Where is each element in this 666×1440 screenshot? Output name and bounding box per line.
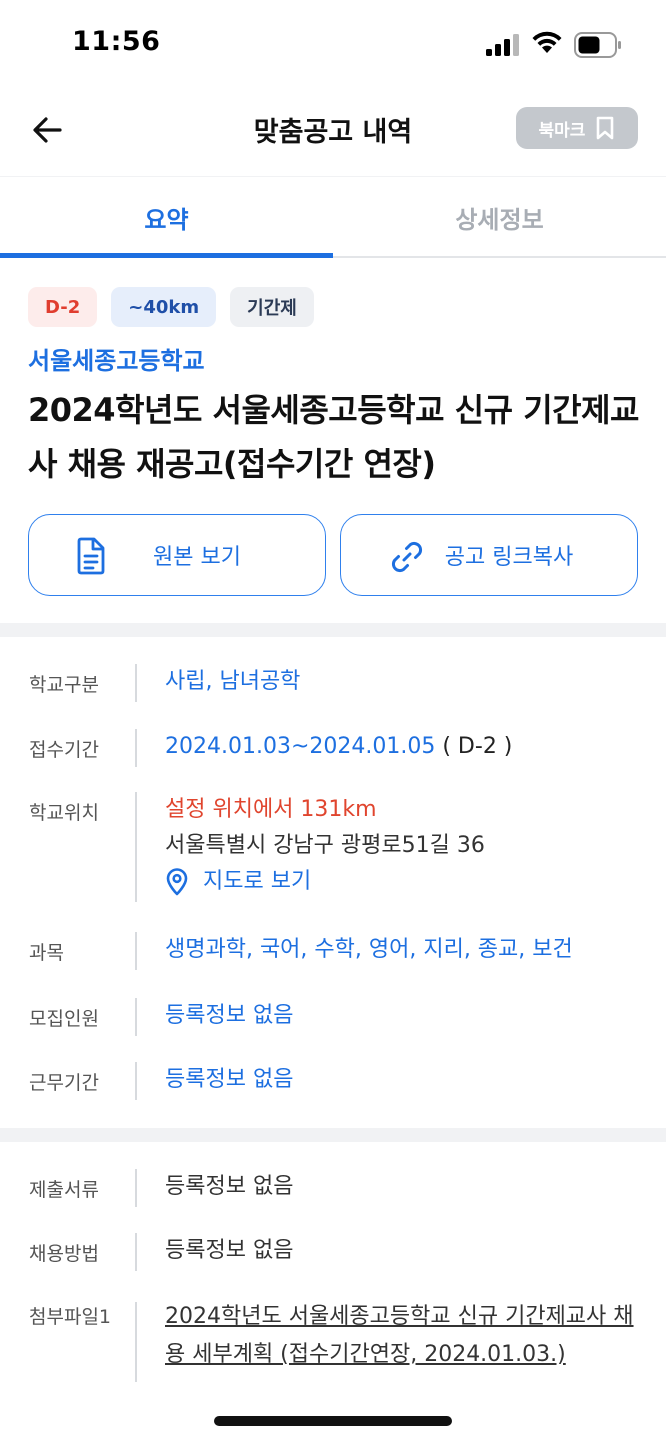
battery-icon [574, 32, 621, 58]
dday-badge: D-2 [28, 287, 98, 327]
period-dates: 2024.01.03~2024.01.05 [165, 734, 436, 759]
attachment-link[interactable]: 2024학년도 서울세종고등학교 신규 기간제교사 채용 세부계획 (접수기간연… [165, 1302, 643, 1374]
employment-type-badge: 기간제 [230, 287, 314, 327]
info-label: 과목 [29, 942, 64, 964]
period-dday: ( D-2 ) [442, 734, 513, 759]
wifi-icon [532, 31, 562, 53]
view-original-button[interactable]: 원본 보기 [28, 514, 326, 596]
info-separator [135, 1302, 137, 1382]
nav-header: 맞춤공고 내역 북마크 [0, 90, 666, 176]
copy-link-label: 공고 링크복사 [444, 545, 574, 570]
info-label: 모집인원 [29, 1008, 99, 1030]
status-time: 11:56 [72, 26, 161, 57]
view-map-label: 지도로 보기 [203, 869, 312, 894]
copy-link-button[interactable]: 공고 링크복사 [340, 514, 638, 596]
location-distance: 설정 위치에서 131km [165, 797, 377, 822]
info-separator [135, 664, 137, 702]
location-value: 설정 위치에서 131km 서울특별시 강남구 광평로51길 36 지도로 보기 [165, 794, 645, 898]
work-period-value: 등록정보 없음 [165, 1067, 294, 1092]
school-type-value: 사립, 남녀공학 [165, 669, 301, 694]
home-indicator [214, 1416, 452, 1426]
recruit-count-value: 등록정보 없음 [165, 1003, 294, 1028]
distance-badge: ~40km [111, 287, 217, 327]
info-separator [135, 729, 137, 767]
chip-group: D-2 ~40km 기간제 [28, 287, 314, 327]
method-value: 등록정보 없음 [165, 1238, 294, 1263]
info-label: 첨부파일1 [29, 1306, 112, 1328]
info-label: 학교구분 [29, 674, 99, 696]
status-bar: 11:56 [0, 0, 666, 90]
period-value: 2024.01.03~2024.01.05 ( D-2 ) [165, 731, 645, 763]
info-label: 학교위치 [29, 802, 99, 824]
bookmark-button[interactable]: 북마크 [516, 107, 638, 149]
subjects-value: 생명과학, 국어, 수학, 영어, 지리, 종교, 보건 [165, 937, 573, 962]
info-separator [135, 1169, 137, 1207]
post-title: 2024학년도 서울세종고등학교 신규 기간제교사 채용 재공고(접수기간 연장… [28, 391, 639, 483]
view-map-link[interactable]: 지도로 보기 [165, 866, 645, 898]
info-separator [135, 998, 137, 1036]
documents-value: 등록정보 없음 [165, 1174, 294, 1199]
bookmark-label: 북마크 [538, 120, 586, 141]
school-name: 서울세종고등학교 [28, 347, 205, 375]
info-label: 제출서류 [29, 1179, 99, 1201]
section-divider [0, 1128, 666, 1142]
cellular-signal-icon [486, 34, 519, 56]
info-label: 채용방법 [29, 1243, 99, 1265]
section-divider [0, 623, 666, 637]
info-label: 근무기간 [29, 1072, 99, 1094]
tab-bar: 요약 상세정보 [0, 176, 666, 258]
location-address: 서울특별시 강남구 광평로51길 36 [165, 833, 485, 858]
tab-summary[interactable]: 요약 [0, 177, 333, 257]
bookmark-icon [597, 116, 614, 140]
info-separator [135, 1062, 137, 1100]
view-original-label: 원본 보기 [153, 545, 241, 570]
location-pin-icon [166, 868, 188, 896]
tab-detail[interactable]: 상세정보 [333, 177, 666, 257]
info-separator [135, 792, 137, 902]
info-row-attachment: 첨부파일1 2024학년도 서울세종고등학교 신규 기간제교사 채용 세부계획 … [0, 1302, 666, 1382]
active-tab-indicator [0, 253, 333, 258]
info-separator [135, 1233, 137, 1271]
info-separator [135, 932, 137, 970]
info-label: 접수기간 [29, 739, 99, 761]
